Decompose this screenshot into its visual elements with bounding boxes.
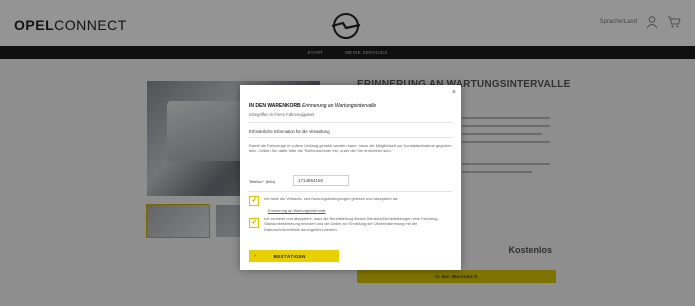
- terms-checkbox[interactable]: [249, 196, 259, 206]
- modal-title: IN DEN WARENKORB Erinnerung an Wartungsi…: [249, 103, 454, 109]
- phone-label-info: (Info): [265, 179, 276, 184]
- confirm-button-label: BESTÄTIGEN: [273, 253, 306, 259]
- phone-field-label: Telefon * (Info): [249, 179, 275, 184]
- modal-divider: [249, 137, 452, 138]
- required-marker: *: [263, 179, 265, 184]
- close-icon[interactable]: ×: [452, 89, 456, 96]
- page: OPELCONNECT Sprache/Land Start Meine Ser…: [0, 0, 695, 306]
- phone-input[interactable]: [293, 175, 349, 186]
- location-consent-label: Ich verstehe und akzeptiere, dass die Be…: [264, 216, 439, 232]
- modal-divider: [249, 191, 452, 192]
- add-to-cart-modal: × IN DEN WARENKORB Erinnerung an Wartung…: [240, 85, 461, 270]
- confirm-button[interactable]: › BESTÄTIGEN: [249, 250, 339, 262]
- chevron-right-icon: ›: [254, 253, 256, 259]
- modal-divider: [249, 122, 452, 123]
- location-consent-checkbox[interactable]: [249, 218, 259, 228]
- phone-label-text: Telefon: [249, 179, 262, 184]
- terms-link[interactable]: Erinnerung an Wartungsintervalle: [268, 208, 326, 213]
- section-title: Erforderliche Information für die Verwal…: [249, 129, 330, 134]
- terms-checkbox-label: Ich habe die Verkaufs- und Nutzungsbedin…: [264, 196, 398, 201]
- modal-title-bold: IN DEN WARENKORB: [249, 103, 301, 109]
- modal-subtitle: Inbegriffen in Ihrem Fahrzeugpaket: [249, 112, 315, 117]
- modal-title-product: Erinnerung an Wartungsintervalle: [302, 103, 377, 109]
- info-paragraph: Damit die Fahrzeuge in vollem Umfang gen…: [249, 143, 452, 154]
